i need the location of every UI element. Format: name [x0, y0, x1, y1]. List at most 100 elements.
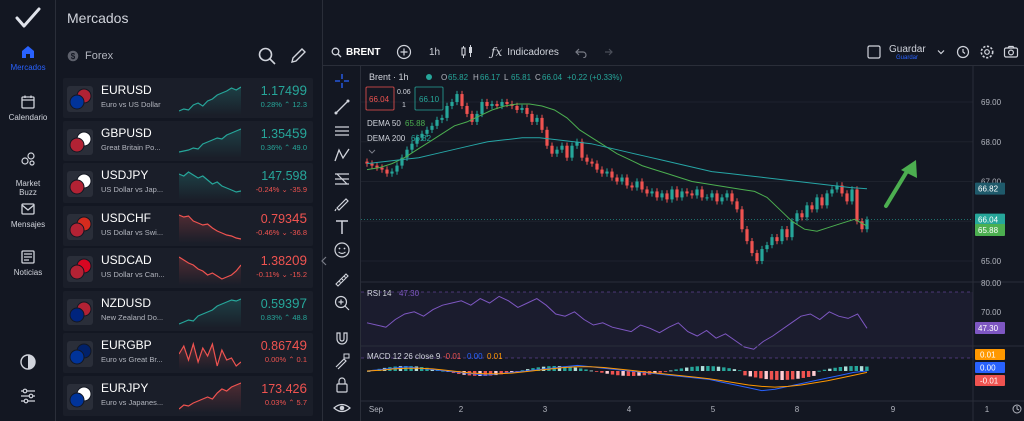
watchlist-row[interactable]: GBPUSD Great Britain Po... 1.35459 0.36% ⌃… [63, 120, 313, 161]
candle-body [440, 117, 444, 120]
ruler-icon[interactable] [333, 271, 351, 289]
search-icon[interactable] [257, 46, 277, 66]
chevron-down-icon[interactable] [937, 48, 945, 56]
nav-item-noticias[interactable]: Noticias [0, 249, 56, 277]
macd-histogram-bar [685, 367, 689, 371]
macd-histogram-bar [859, 366, 864, 371]
watchlist-row[interactable]: USDCAD US Dollar vs Can... 1.38209 -0.11% … [63, 248, 313, 288]
candle-body [385, 169, 389, 174]
dema50-label: DEMA 50 [367, 119, 401, 128]
row-price: 0.79345 [260, 210, 307, 226]
currency-flag-icon [67, 383, 93, 410]
eye-icon[interactable] [333, 399, 351, 417]
candle-body [775, 237, 779, 242]
buy-price: 66.10 [419, 95, 440, 104]
draw-lock-icon[interactable] [333, 352, 351, 370]
save-button[interactable]: Guardar Guardar [889, 38, 926, 66]
brush-icon[interactable] [333, 194, 351, 212]
candle-body [470, 113, 474, 122]
rsi-value: 47.30 [399, 289, 420, 298]
watchlist-row[interactable]: EURJPY Euro vs Japanes... 173.426 0.03% ⌃ … [63, 375, 313, 416]
camera-icon[interactable] [1003, 44, 1019, 60]
magnet-icon[interactable] [333, 329, 351, 347]
theme-toggle-icon[interactable] [19, 353, 37, 371]
row-change: -0.46% ⌄ -36.8 [255, 227, 307, 237]
watchlist-row[interactable]: USDJPY US Dollar vs Jap... 147.598 -0.24% … [63, 163, 313, 203]
candle-body [855, 189, 859, 222]
nav-item-mensajes[interactable]: Mensajes [0, 201, 56, 229]
trend-line-icon[interactable] [333, 98, 351, 116]
candles-icon[interactable] [459, 44, 475, 60]
undo-icon[interactable] [575, 46, 587, 58]
row-symbol: EURJPY [101, 380, 149, 395]
candle-body [695, 189, 699, 196]
sparkline [179, 86, 241, 115]
macd-histogram-bar [621, 371, 625, 376]
candle-body [865, 219, 869, 230]
macd-histogram-bar [865, 366, 869, 371]
macd-badge-value: -0.01 [980, 377, 999, 386]
macd-histogram-bar [690, 366, 694, 371]
price-axis-label: 68.00 [981, 138, 1002, 147]
watchlist-row[interactable]: EURUSD Euro vs US Dollar 1.17499 0.28% ⌃ 1… [63, 78, 313, 118]
interval-button[interactable]: 1h [429, 38, 440, 66]
alert-clock-icon[interactable] [955, 44, 971, 60]
watchlist-row[interactable]: EURGBP Euro vs Great Br... 0.86749 0.00% ⌃… [63, 333, 313, 373]
macd-histogram-bar [573, 367, 578, 371]
nav-item-calendario[interactable]: Calendario [0, 94, 56, 122]
change-value: +0.22 (+0.33%) [567, 73, 622, 82]
brand-logo-icon[interactable] [14, 6, 42, 30]
macd-histogram-bar [828, 368, 832, 371]
mail-icon [21, 203, 35, 215]
currency-flag-icon [67, 128, 93, 155]
ohlc-value: 66.17 [480, 73, 501, 82]
candle-body [730, 193, 734, 202]
symbol-search[interactable]: BRENT [331, 38, 380, 66]
sparkline [179, 171, 241, 200]
crosshair-icon[interactable] [333, 72, 351, 90]
candle-body [830, 189, 834, 194]
indicators-button[interactable]: ƒx Indicadores [491, 38, 559, 66]
candle-body [765, 245, 769, 250]
add-compare-icon[interactable] [396, 44, 412, 60]
price-chart[interactable]: 69.0068.0067.0066.0065.0066.8266.0465.88… [361, 66, 1024, 421]
lock-icon[interactable] [333, 376, 351, 394]
collapse-panel-icon[interactable] [321, 256, 327, 266]
legend-collapse-icon [368, 149, 376, 154]
row-price: 0.59397 [260, 295, 307, 311]
macd-histogram-bar [796, 371, 800, 379]
row-symbol: USDCAD [101, 253, 152, 267]
watchlist-row[interactable]: NZDUSD New Zealand Do... 0.59397 0.83% ⌃ 4… [63, 290, 313, 331]
row-price: 1.38209 [260, 253, 307, 268]
horizontal-lines-icon[interactable] [333, 122, 351, 140]
settings-sliders-icon[interactable] [19, 387, 37, 405]
emoji-icon[interactable] [333, 241, 351, 259]
candle-body [570, 145, 574, 158]
nav-item-market-buzz[interactable]: Market Buzz [0, 142, 56, 197]
row-description: Euro vs Japanes... [101, 397, 164, 407]
category-selector[interactable]: $ Forex [67, 50, 113, 62]
layout-square-icon[interactable] [867, 45, 881, 59]
macd-histogram-bar [759, 371, 763, 379]
time-axis-label: 1 [985, 405, 990, 414]
candle-body [610, 171, 614, 178]
save-sublabel: Guardar [896, 54, 919, 61]
sell-price: 66.04 [369, 95, 390, 104]
gear-icon[interactable] [979, 44, 995, 60]
dema200-label: DEMA 200 [367, 134, 406, 143]
watchlist-row[interactable]: USDCHF US Dollar vs Swi... 0.79345 -0.46% … [63, 205, 313, 246]
zoom-in-icon[interactable] [333, 294, 351, 312]
text-tool-icon[interactable] [333, 218, 351, 236]
page-title: Mercados [67, 10, 129, 26]
row-symbol: USDJPY [101, 168, 149, 182]
row-symbol: NZDUSD [101, 295, 151, 310]
nav-item-mercados[interactable]: Mercados [0, 44, 56, 72]
fib-icon[interactable] [333, 170, 351, 188]
macd-histogram-bar [748, 371, 752, 377]
redo-icon[interactable] [601, 46, 613, 58]
edit-icon[interactable] [288, 46, 308, 66]
rsi-axis-label: 80.00 [981, 279, 1002, 288]
candle-body [645, 189, 649, 194]
ohlc-key: L [504, 73, 509, 82]
pattern-icon[interactable] [333, 146, 351, 164]
